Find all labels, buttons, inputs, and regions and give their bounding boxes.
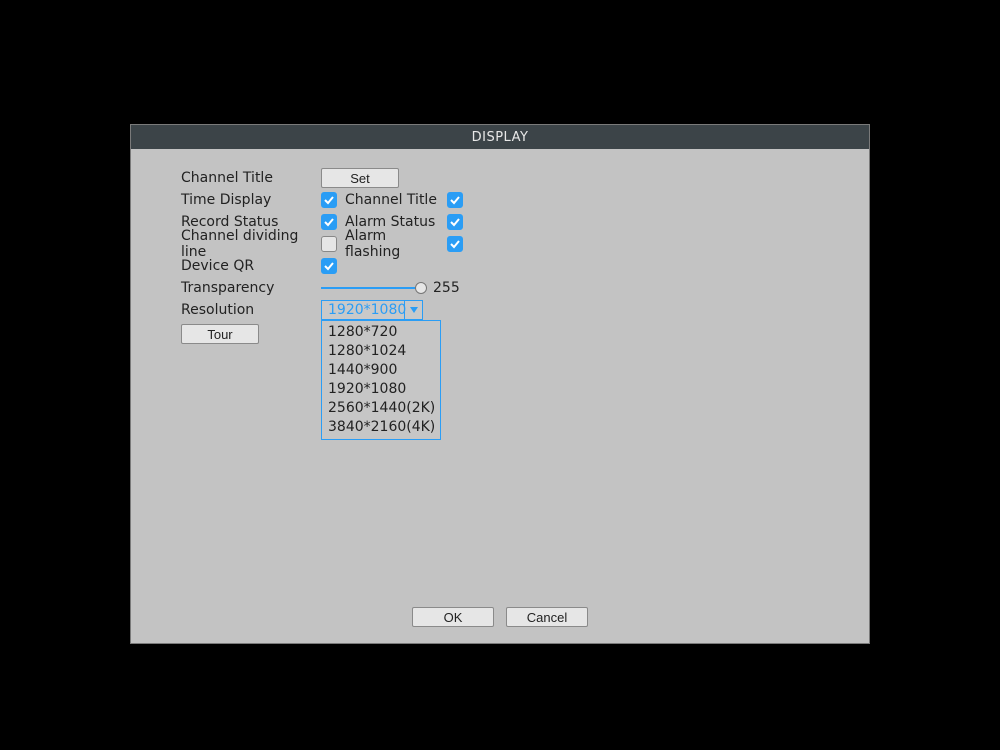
resolution-option[interactable]: 1280*1024 [322,342,440,361]
device-qr-label: Device QR [181,258,321,274]
resolution-option[interactable]: 1920*1080 [322,380,440,399]
check-icon [323,260,335,272]
check-icon [449,216,461,228]
resolution-option[interactable]: 3840*2160(4K) [322,418,440,437]
transparency-slider[interactable] [321,280,421,296]
channel-dividing-line-label: Channel dividing line [181,228,321,260]
set-button[interactable]: Set [321,168,399,188]
check-icon [449,194,461,206]
check-icon [323,216,335,228]
transparency-label: Transparency [181,280,321,296]
check-icon [323,194,335,206]
time-display-label: Time Display [181,192,321,208]
resolution-dropdown: 1280*720 1280*1024 1440*900 1920*1080 25… [321,320,441,440]
channel-title-cb-label: Channel Title [345,192,441,208]
alarm-flashing-label: Alarm flashing [345,228,441,260]
record-status-checkbox[interactable] [321,214,337,230]
resolution-label: Resolution [181,302,321,318]
tour-button[interactable]: Tour [181,324,259,344]
resolution-option[interactable]: 2560*1440(2K) [322,399,440,418]
resolution-select[interactable]: 1920*1080 1280*720 1280*1024 1440*900 19… [321,300,423,320]
resolution-option[interactable]: 1440*900 [322,361,440,380]
slider-track [321,287,421,289]
dialog-title: DISPLAY [131,125,869,149]
slider-thumb[interactable] [415,282,427,294]
resolution-selected: 1920*1080 [322,302,404,318]
cancel-button[interactable]: Cancel [506,607,588,627]
channel-dividing-line-checkbox[interactable] [321,236,337,252]
dropdown-toggle[interactable] [404,301,422,319]
alarm-flashing-checkbox[interactable] [447,236,463,252]
time-display-checkbox[interactable] [321,192,337,208]
channel-title-checkbox[interactable] [447,192,463,208]
channel-title-label: Channel Title [181,170,321,186]
transparency-value: 255 [433,280,460,296]
dialog-footer: OK Cancel [131,607,869,643]
resolution-option[interactable]: 1280*720 [322,323,440,342]
dialog-body: Channel Title Set Time Display Channel T… [131,149,869,607]
chevron-down-icon [410,307,418,313]
device-qr-checkbox[interactable] [321,258,337,274]
alarm-status-checkbox[interactable] [447,214,463,230]
display-dialog: DISPLAY Channel Title Set Time Display C… [130,124,870,644]
ok-button[interactable]: OK [412,607,494,627]
check-icon [449,238,461,250]
